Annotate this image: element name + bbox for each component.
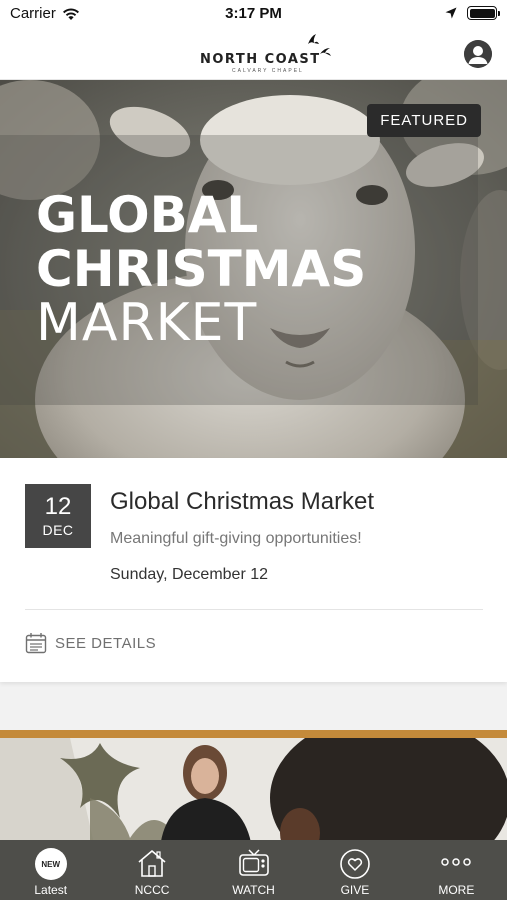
more-dots-icon	[441, 858, 472, 866]
battery-icon	[467, 6, 500, 20]
logo-subtitle: CALVARY CHAPEL	[232, 68, 304, 74]
next-card-image[interactable]	[0, 738, 507, 848]
hero-title-line1: GLOBAL	[36, 186, 259, 244]
tab-watch[interactable]: WATCH	[203, 840, 304, 900]
status-right	[445, 6, 500, 20]
tab-more[interactable]: MORE	[406, 840, 507, 900]
hero-title-line2: CHRISTMAS	[36, 240, 367, 298]
new-badge-icon: NEW	[34, 848, 67, 880]
heart-icon	[340, 849, 370, 879]
status-time: 3:17 PM	[225, 5, 282, 22]
tab-nccc[interactable]: NCCC	[101, 840, 202, 900]
event-card[interactable]: 12 DEC Global Christmas Market Meaningfu…	[0, 458, 507, 682]
logo-title: NORTH COAST	[200, 52, 321, 67]
featured-hero-image[interactable]: FEATURED GLOBAL CHRISTMAS MARKET	[0, 80, 507, 458]
tab-label: WATCH	[232, 883, 275, 897]
card-divider	[25, 609, 483, 610]
calendar-icon	[25, 633, 47, 654]
hero-title-line3: MARKET	[36, 293, 258, 353]
see-details-button[interactable]: SEE DETAILS	[25, 632, 156, 654]
nav-header: NORTH COAST CALVARY CHAPEL	[0, 28, 507, 80]
house-icon	[138, 850, 166, 877]
event-subtitle: Meaningful gift-giving opportunities!	[110, 530, 362, 547]
next-card-accent	[0, 730, 507, 738]
event-date-text: Sunday, December 12	[110, 566, 269, 583]
new-badge: NEW	[34, 848, 67, 880]
user-icon	[464, 40, 492, 68]
event-day: 12	[44, 493, 72, 520]
tab-label: GIVE	[340, 883, 370, 897]
tab-give[interactable]: GIVE	[304, 840, 405, 900]
event-date-box: 12 DEC	[25, 484, 91, 548]
tab-label: NCCC	[134, 883, 170, 897]
tab-latest[interactable]: NEW Latest	[0, 840, 101, 900]
see-details-label: SEE DETAILS	[55, 634, 157, 652]
featured-badge: FEATURED	[367, 104, 481, 137]
status-bar: Carrier 3:17 PM	[0, 0, 507, 28]
event-title: Global Christmas Market	[110, 488, 375, 515]
hero-title: GLOBAL CHRISTMAS MARKET	[36, 188, 366, 350]
location-arrow-icon	[445, 7, 457, 19]
tab-label: Latest	[34, 883, 68, 897]
worship-photo	[0, 738, 507, 848]
event-month: DEC	[42, 522, 74, 538]
tv-icon	[238, 849, 269, 876]
bottom-tab-bar: NEW Latest NCCC WATCH GIVE MORE	[0, 840, 507, 900]
tab-label: MORE	[438, 883, 475, 897]
app-screen: Carrier 3:17 PM NORTH COAST CALVARY CHAP…	[0, 0, 507, 900]
profile-avatar-button[interactable]	[464, 40, 492, 68]
church-logo: NORTH COAST CALVARY CHAPEL	[180, 34, 340, 74]
